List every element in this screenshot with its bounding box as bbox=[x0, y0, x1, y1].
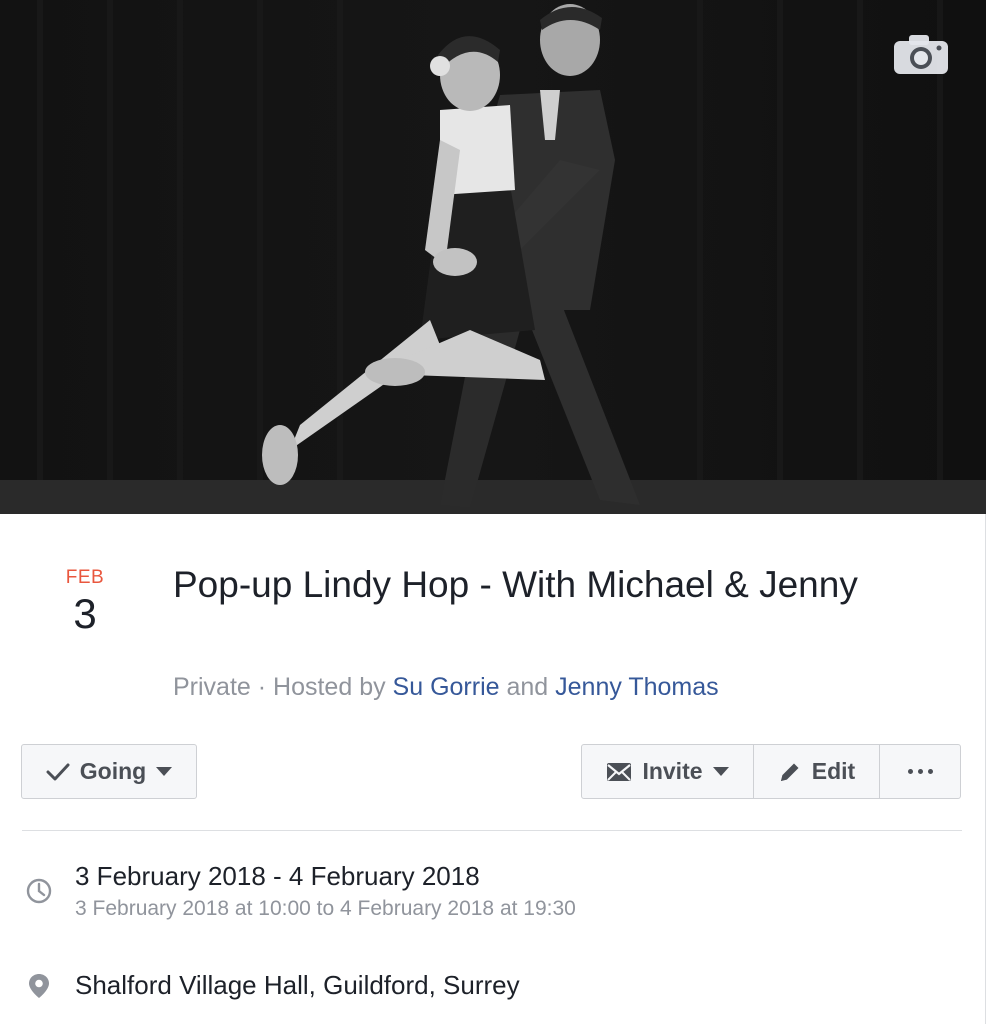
event-date-range: 3 February 2018 - 4 February 2018 bbox=[75, 861, 480, 891]
and-label: and bbox=[499, 673, 556, 701]
chevron-down-icon bbox=[712, 767, 729, 776]
cover-photo bbox=[0, 0, 986, 514]
change-cover-camera-button[interactable] bbox=[893, 33, 949, 75]
going-button[interactable]: Going bbox=[21, 744, 197, 799]
chevron-down-icon bbox=[156, 767, 173, 776]
event-location-link[interactable]: Shalford Village Hall, Guildford, Surrey bbox=[75, 968, 520, 1002]
host-link-jenny-thomas[interactable]: Jenny Thomas bbox=[555, 673, 719, 701]
edit-label: Edit bbox=[811, 758, 856, 784]
section-divider bbox=[22, 830, 962, 831]
pencil-icon bbox=[778, 760, 802, 784]
clock-icon bbox=[26, 878, 52, 904]
event-date-badge: FEB 3 bbox=[40, 566, 130, 638]
camera-icon bbox=[894, 35, 948, 74]
map-pin-icon bbox=[29, 974, 49, 998]
event-day: 3 bbox=[73, 590, 97, 637]
cover-photo-image bbox=[0, 0, 986, 514]
separator: · bbox=[250, 673, 274, 701]
event-month: FEB bbox=[65, 567, 105, 588]
edit-button[interactable]: Edit bbox=[754, 745, 880, 798]
going-label: Going bbox=[79, 758, 147, 784]
check-icon bbox=[46, 762, 70, 782]
envelope-icon bbox=[606, 762, 632, 782]
event-subtitle: Private · Hosted by Su Gorrie and Jenny … bbox=[173, 671, 719, 703]
host-link-su-gorrie[interactable]: Su Gorrie bbox=[393, 673, 500, 701]
hosted-by-label: Hosted by bbox=[273, 673, 393, 701]
more-dots-icon bbox=[907, 769, 933, 774]
event-title: Pop-up Lindy Hop - With Michael & Jenny bbox=[173, 564, 858, 605]
invite-button[interactable]: Invite bbox=[582, 745, 754, 798]
event-action-group: Invite Edit bbox=[581, 744, 961, 799]
invite-label: Invite bbox=[642, 758, 703, 784]
event-time-range: 3 February 2018 at 10:00 to 4 February 2… bbox=[75, 897, 576, 920]
privacy-label: Private bbox=[173, 673, 251, 701]
event-card: FEB 3 Pop-up Lindy Hop - With Michael & … bbox=[0, 0, 986, 1024]
more-options-button[interactable] bbox=[880, 745, 960, 798]
